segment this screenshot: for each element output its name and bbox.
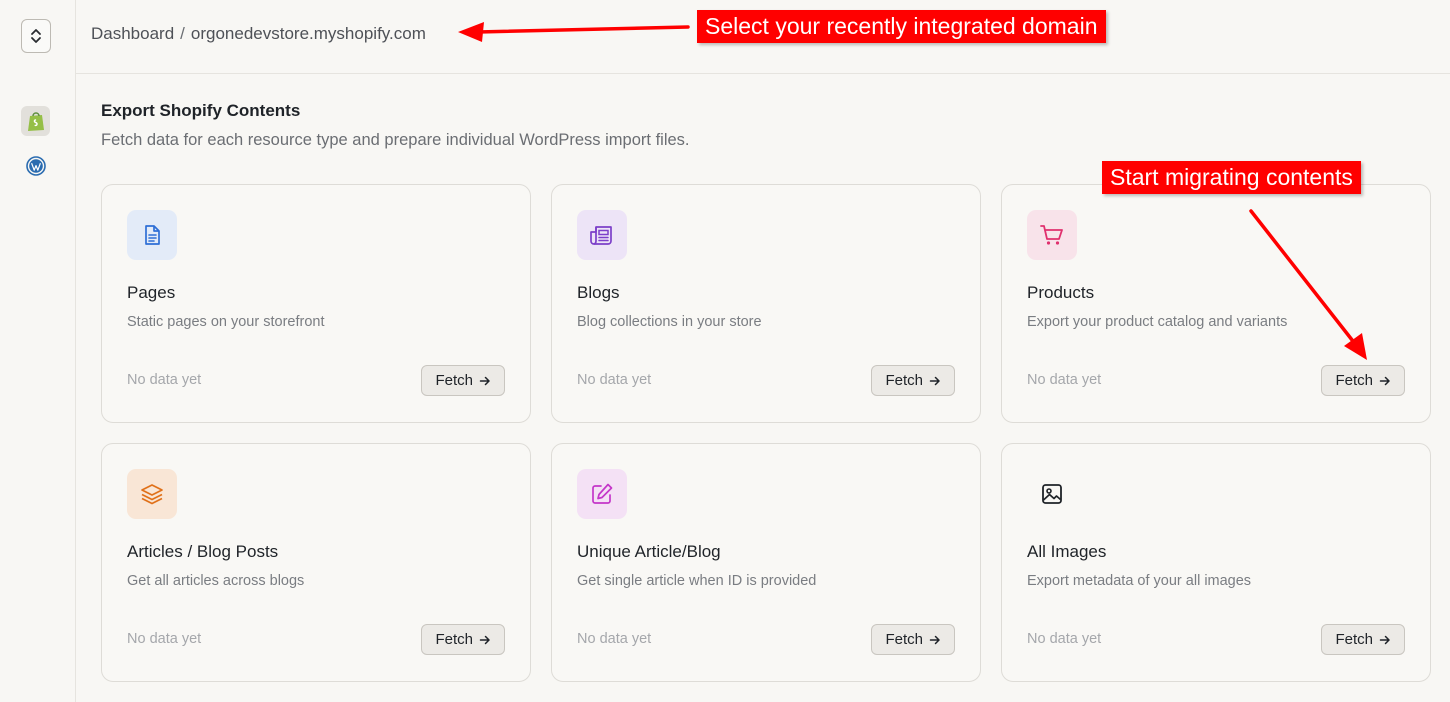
resource-card-grid: Pages Static pages on your storefront No… (101, 184, 1431, 682)
card-status: No data yet (1027, 631, 1102, 647)
fetch-blogs-button[interactable]: Fetch (871, 365, 955, 396)
card-icon-container (577, 469, 627, 519)
fetch-button-label: Fetch (1335, 631, 1373, 648)
annotation-callout-migrate: Start migrating contents (1102, 161, 1361, 194)
card-status: No data yet (127, 372, 202, 388)
resource-card-blogs: Blogs Blog collections in your store No … (551, 184, 981, 423)
fetch-pages-button[interactable]: Fetch (421, 365, 505, 396)
arrow-right-icon (929, 635, 940, 644)
arrow-right-icon (479, 635, 490, 644)
card-description: Blog collections in your store (577, 314, 762, 330)
card-description: Export your product catalog and variants (1027, 314, 1288, 330)
fetch-button-label: Fetch (435, 631, 473, 648)
breadcrumb-dashboard-link[interactable]: Dashboard (91, 24, 174, 43)
arrow-right-icon (1379, 376, 1390, 385)
arrow-right-icon (1379, 635, 1390, 644)
card-status: No data yet (577, 372, 652, 388)
fetch-button-label: Fetch (435, 372, 473, 389)
fetch-button-label: Fetch (885, 372, 923, 389)
card-title: All Images (1027, 542, 1107, 561)
page-subtitle: Fetch data for each resource type and pr… (101, 131, 690, 149)
wordpress-icon (25, 156, 46, 176)
layers-icon (141, 484, 163, 505)
card-title: Products (1027, 283, 1095, 302)
card-icon-container (577, 210, 627, 260)
card-icon-container (127, 469, 177, 519)
page-title: Export Shopify Contents (101, 101, 301, 120)
fetch-button-label: Fetch (885, 631, 923, 648)
fetch-unique-article-button[interactable]: Fetch (871, 624, 955, 655)
card-title: Unique Article/Blog (577, 542, 721, 561)
fetch-articles-button[interactable]: Fetch (421, 624, 505, 655)
resource-card-all-images: All Images Export metadata of your all i… (1001, 443, 1431, 682)
app: Dashboard / orgonedevstore.myshopify.com E… (0, 0, 1450, 702)
edit-icon (592, 483, 613, 504)
breadcrumb: Dashboard / orgonedevstore.myshopify.com (91, 24, 426, 44)
cart-icon (1040, 225, 1063, 245)
card-status: No data yet (577, 631, 652, 647)
card-icon-container (1027, 469, 1077, 519)
arrow-right-icon (929, 376, 940, 385)
fetch-products-button[interactable]: Fetch (1321, 365, 1405, 396)
resource-card-unique-article: Unique Article/Blog Get single article w… (551, 443, 981, 682)
card-icon-container (1027, 210, 1077, 260)
chevron-up-down-icon (31, 29, 41, 43)
card-description: Get all articles across blogs (127, 573, 305, 589)
card-title: Pages (127, 283, 176, 302)
shopify-icon (27, 112, 44, 131)
store-switcher-button[interactable] (21, 19, 51, 53)
resource-card-pages: Pages Static pages on your storefront No… (101, 184, 531, 423)
newspaper-icon (590, 226, 612, 245)
breadcrumb-current-domain[interactable]: orgonedevstore.myshopify.com (191, 24, 426, 43)
card-description: Get single article when ID is provided (577, 573, 817, 589)
fetch-all-images-button[interactable]: Fetch (1321, 624, 1405, 655)
card-status: No data yet (1027, 372, 1102, 388)
card-title: Blogs (577, 283, 620, 302)
sidebar-item-shopify[interactable] (21, 106, 50, 136)
card-description: Static pages on your storefront (127, 314, 325, 330)
resource-card-articles: Articles / Blog Posts Get all articles a… (101, 443, 531, 682)
card-title: Articles / Blog Posts (127, 542, 279, 561)
annotation-callout-domain: Select your recently integrated domain (697, 10, 1106, 43)
sidebar-item-wordpress[interactable] (21, 151, 50, 181)
breadcrumb-separator: / (180, 24, 185, 43)
arrow-right-icon (479, 376, 490, 385)
image-icon (1042, 484, 1062, 504)
card-description: Export metadata of your all images (1027, 573, 1252, 589)
card-icon-container (127, 210, 177, 260)
fetch-button-label: Fetch (1335, 372, 1373, 389)
sidebar (0, 0, 76, 702)
document-icon (145, 225, 160, 245)
resource-card-products: Products Export your product catalog and… (1001, 184, 1431, 423)
card-status: No data yet (127, 631, 202, 647)
